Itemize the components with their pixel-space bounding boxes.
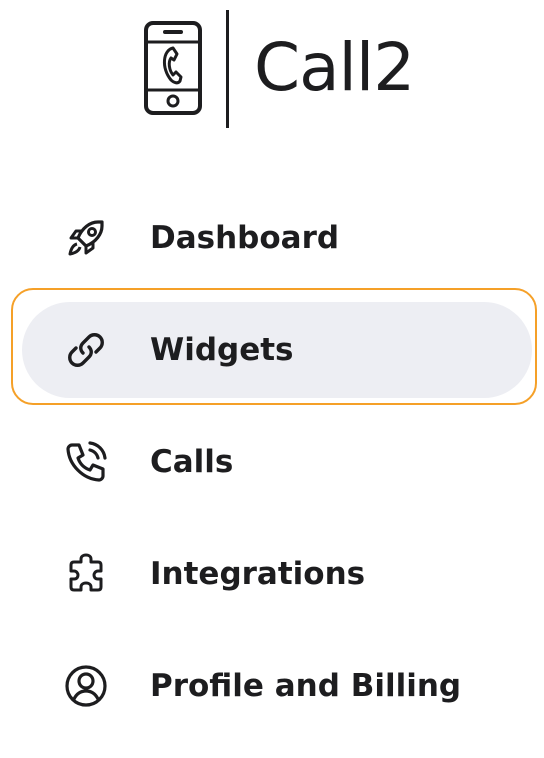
sidebar-item-label: Profile and Billing	[150, 668, 462, 704]
user-circle-icon	[65, 665, 107, 707]
puzzle-icon	[69, 553, 103, 592]
logo-divider	[226, 10, 229, 128]
sidebar-item-label: Integrations	[150, 556, 366, 592]
phone-icon	[144, 21, 202, 115]
link-icon	[68, 333, 104, 367]
brand-name: Call2	[254, 29, 415, 106]
rocket-icon	[68, 220, 104, 256]
brand-logo[interactable]: Call2	[0, 0, 544, 140]
sidebar-item-profile-billing[interactable]: Profile and Billing	[22, 638, 532, 734]
sidebar-item-widgets[interactable]: Widgets	[22, 302, 532, 398]
sidebar-item-dashboard[interactable]: Dashboard	[22, 190, 532, 286]
sidebar-item-integrations[interactable]: Integrations	[22, 526, 532, 622]
sidebar-item-label: Dashboard	[150, 220, 340, 256]
phone-call-icon	[66, 441, 107, 482]
sidebar-item-calls[interactable]: Calls	[22, 414, 532, 510]
sidebar-item-label: Widgets	[150, 332, 294, 368]
sidebar-item-label: Calls	[150, 444, 234, 480]
